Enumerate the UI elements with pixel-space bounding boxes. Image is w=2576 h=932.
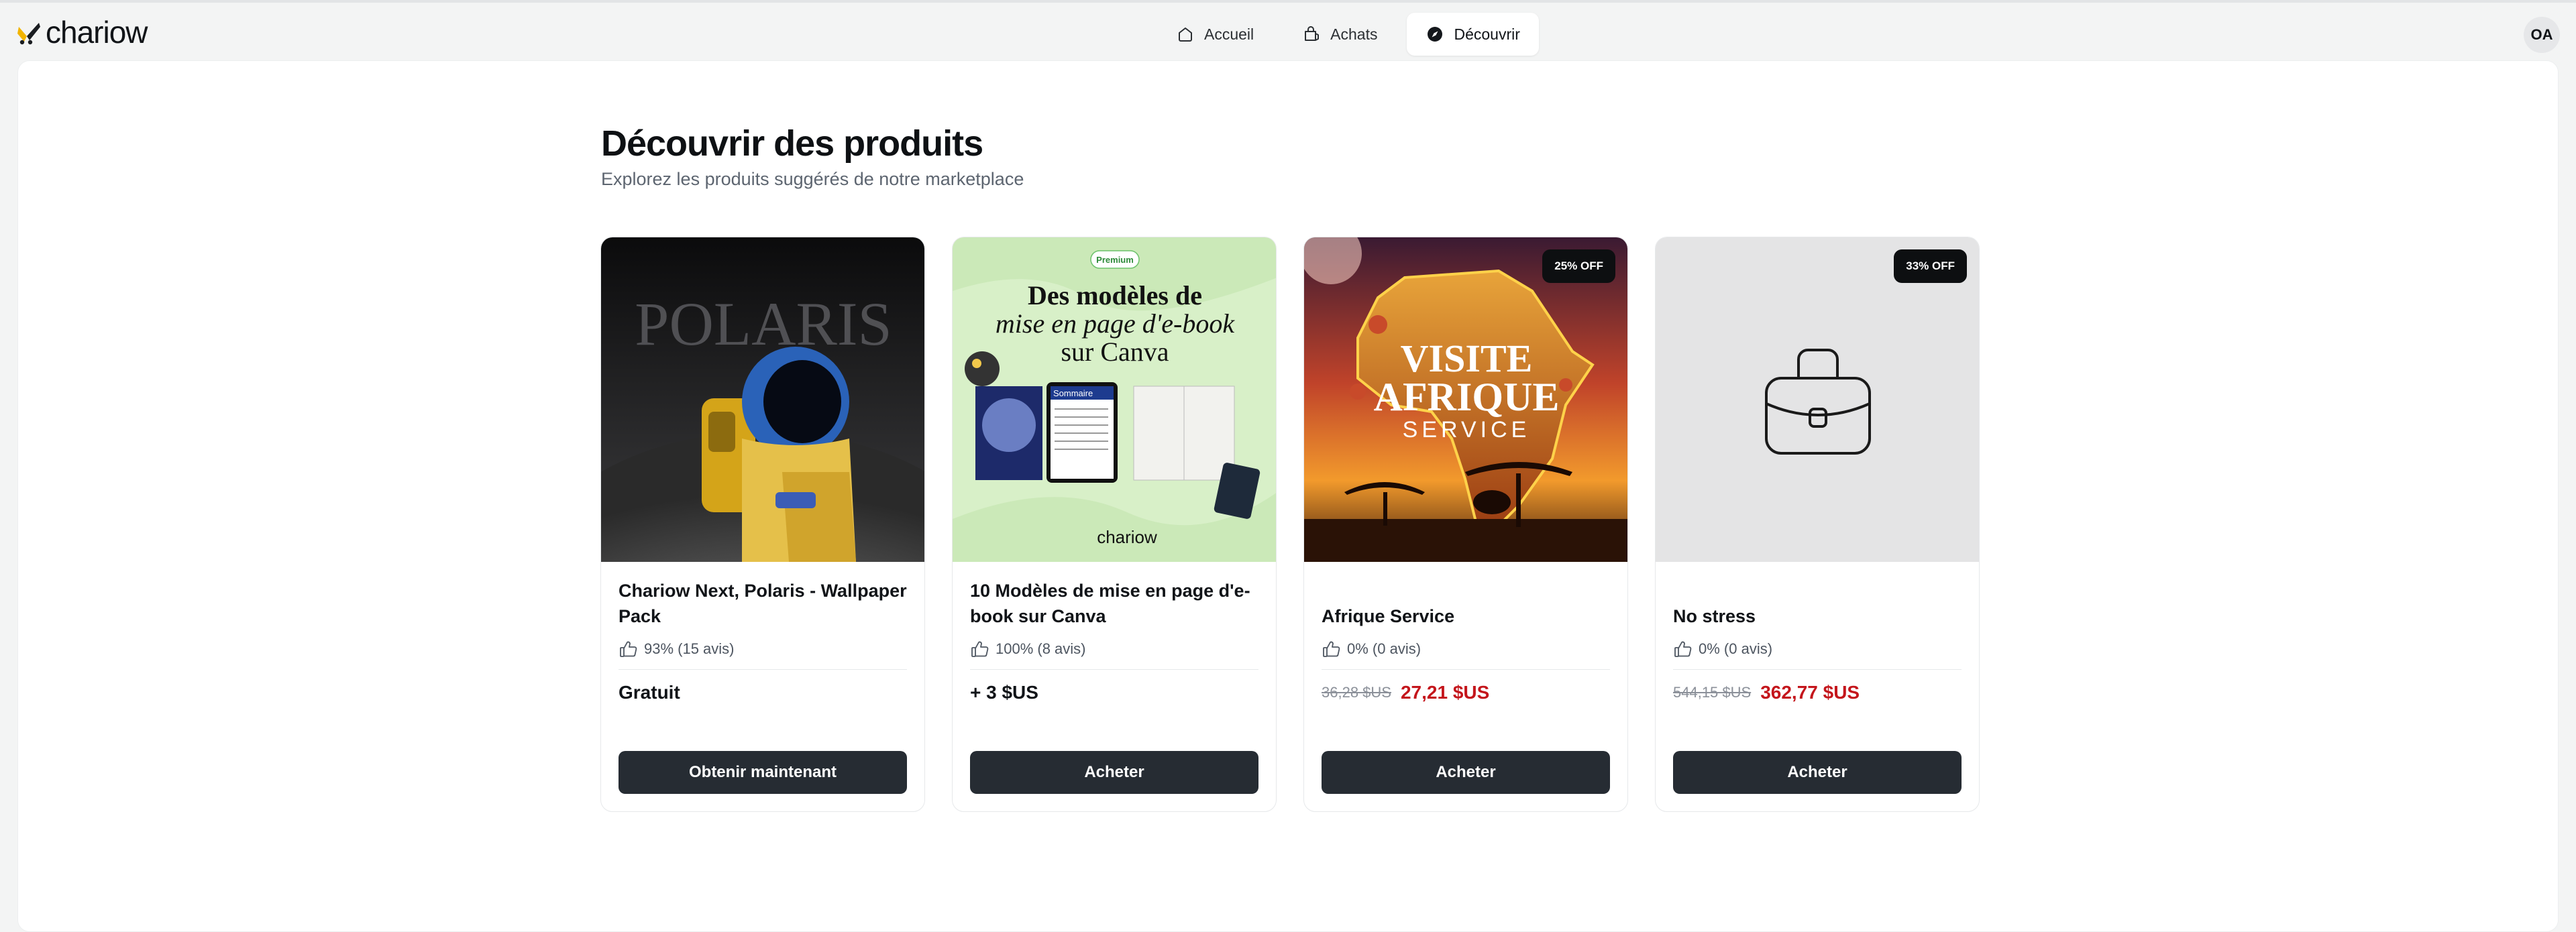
user-avatar[interactable]: OA bbox=[2524, 17, 2560, 53]
buy-button[interactable]: Acheter bbox=[1322, 751, 1610, 794]
product-card[interactable]: VISITE AFRIQUE SERVICE 25% OFF Afrique S… bbox=[1303, 237, 1628, 812]
sommaire-label: Sommaire bbox=[1053, 388, 1093, 398]
nav-item-label: Découvrir bbox=[1454, 25, 1520, 43]
image-headline-1: Des modèles de bbox=[1028, 280, 1202, 310]
bag-icon bbox=[1305, 26, 1320, 41]
polaris-wallpaper-image: POLARIS bbox=[601, 237, 924, 562]
rating-text: 0% (0 avis) bbox=[1347, 640, 1421, 657]
compass-icon bbox=[1428, 27, 1443, 42]
rating-text: 0% (0 avis) bbox=[1699, 640, 1773, 657]
home-icon bbox=[1179, 27, 1192, 42]
original-price: 544,15 $US bbox=[1673, 684, 1752, 701]
card-divider bbox=[1673, 669, 1962, 670]
image-headline-2: AFRIQUE bbox=[1374, 375, 1560, 419]
card-divider bbox=[1322, 669, 1610, 670]
product-grid: POLARIS Chariow Next, Polaris - Wallpape… bbox=[600, 237, 1980, 812]
card-divider bbox=[619, 669, 907, 670]
canva-ebook-templates-image: Premium Des modèles de mise en page d'e-… bbox=[953, 237, 1276, 562]
image-logo-text: chariow bbox=[1097, 527, 1157, 547]
product-price: + 3 $US bbox=[970, 677, 1038, 708]
price-value: + 3 $US bbox=[970, 682, 1038, 703]
afrique-service-image: VISITE AFRIQUE SERVICE bbox=[1304, 237, 1627, 562]
product-card[interactable]: Premium Des modèles de mise en page d'e-… bbox=[952, 237, 1277, 812]
image-headline-3: SERVICE bbox=[1403, 417, 1531, 443]
product-price: 36,28 $US 27,21 $US bbox=[1322, 677, 1489, 708]
price-value: Gratuit bbox=[619, 682, 680, 703]
discounted-price: 362,77 $US bbox=[1760, 682, 1860, 703]
buy-button[interactable]: Acheter bbox=[1673, 751, 1962, 794]
nav-item-accueil[interactable]: Accueil bbox=[1157, 13, 1273, 56]
nav-item-label: Achats bbox=[1330, 25, 1378, 43]
product-title[interactable]: Afrique Service bbox=[1322, 603, 1610, 629]
chariow-logo[interactable]: chariow bbox=[16, 15, 148, 50]
top-bar: chariow Accueil Achats Découvrir OA bbox=[0, 3, 2576, 60]
rating-text: 93% (15 avis) bbox=[644, 640, 735, 657]
nav-item-decouvrir[interactable]: Découvrir bbox=[1407, 13, 1539, 56]
product-price: 544,15 $US 362,77 $US bbox=[1673, 677, 1860, 708]
page-title: Découvrir des produits bbox=[601, 123, 983, 164]
thumbs-up-icon bbox=[1323, 641, 1340, 657]
page-subtitle: Explorez les produits suggérés de notre … bbox=[601, 169, 1024, 189]
product-image-placeholder[interactable]: 33% OFF bbox=[1656, 237, 1979, 562]
product-card[interactable]: 33% OFF No stress 0% (0 avis) 544,15 $US… bbox=[1655, 237, 1980, 812]
thumbs-up-icon bbox=[620, 641, 637, 657]
original-price: 36,28 $US bbox=[1322, 684, 1391, 701]
nav-item-achats[interactable]: Achats bbox=[1283, 13, 1396, 56]
product-rating: 0% (0 avis) bbox=[1673, 638, 1772, 660]
product-image[interactable]: Premium Des modèles de mise en page d'e-… bbox=[953, 237, 1276, 562]
product-image[interactable]: POLARIS bbox=[601, 237, 924, 562]
polaris-title-art: POLARIS bbox=[635, 290, 892, 358]
logo-text: chariow bbox=[46, 15, 148, 50]
card-divider bbox=[970, 669, 1258, 670]
discounted-price: 27,21 $US bbox=[1400, 682, 1490, 703]
product-rating: 93% (15 avis) bbox=[619, 638, 735, 660]
image-headline-3: sur Canva bbox=[1061, 337, 1169, 367]
image-headline-1: VISITE bbox=[1401, 337, 1533, 380]
get-now-button[interactable]: Obtenir maintenant bbox=[619, 751, 907, 794]
nav-item-label: Accueil bbox=[1204, 25, 1254, 43]
product-rating: 0% (0 avis) bbox=[1322, 638, 1421, 660]
product-title[interactable]: Chariow Next, Polaris - Wallpaper Pack bbox=[619, 578, 907, 629]
thumbs-up-icon bbox=[1674, 641, 1692, 657]
buy-button[interactable]: Acheter bbox=[970, 751, 1258, 794]
briefcase-icon bbox=[1765, 349, 1871, 455]
premium-badge: Premium bbox=[1096, 255, 1134, 265]
thumbs-up-icon bbox=[971, 641, 989, 657]
product-image[interactable]: VISITE AFRIQUE SERVICE 25% OFF bbox=[1304, 237, 1627, 562]
product-price: Gratuit bbox=[619, 677, 680, 708]
product-rating: 100% (8 avis) bbox=[970, 638, 1086, 660]
product-card[interactable]: POLARIS Chariow Next, Polaris - Wallpape… bbox=[600, 237, 925, 812]
rating-text: 100% (8 avis) bbox=[996, 640, 1086, 657]
discount-badge: 33% OFF bbox=[1894, 249, 1967, 283]
chariow-logo-icon bbox=[17, 23, 40, 45]
product-title[interactable]: 10 Modèles de mise en page d'e-book sur … bbox=[970, 578, 1258, 629]
product-title[interactable]: No stress bbox=[1673, 603, 1962, 629]
discount-badge: 25% OFF bbox=[1542, 249, 1615, 283]
main-navigation: Accueil Achats Découvrir bbox=[1157, 13, 1539, 56]
image-headline-2: mise en page d'e-book bbox=[996, 308, 1235, 339]
